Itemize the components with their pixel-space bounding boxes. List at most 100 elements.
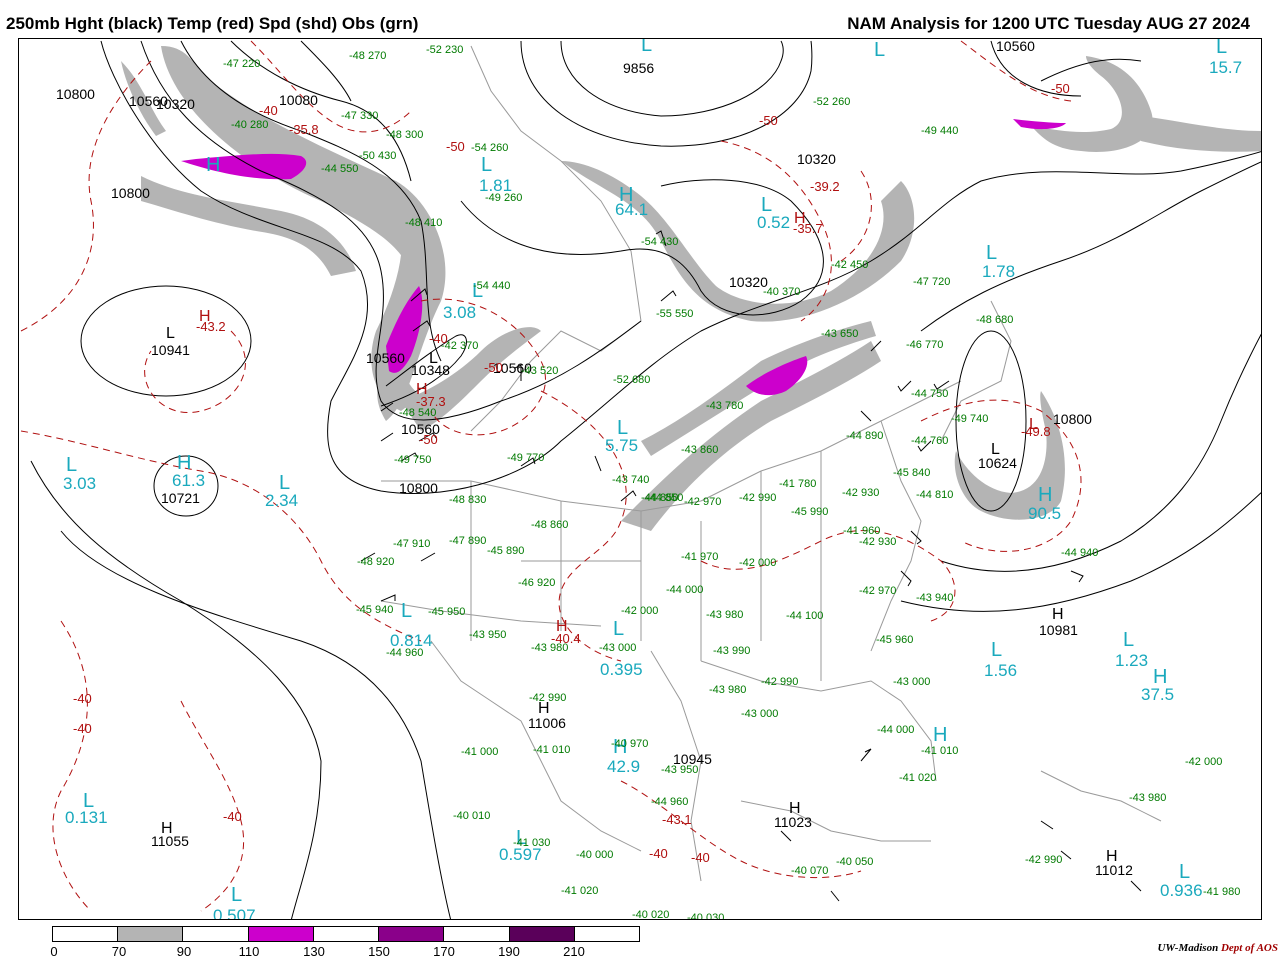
wind-speed-shading [121, 46, 1261, 531]
legend-tick-label: 70 [111, 944, 127, 959]
legend-tick-label: 110 [238, 944, 260, 959]
credit-org: UW-Madison [1157, 942, 1219, 954]
legend-swatch [53, 927, 119, 941]
temp-label: -39.2 [810, 179, 840, 194]
legend-swatch [444, 927, 510, 941]
low-center-marker: L [1123, 629, 1134, 651]
legend-swatch [379, 927, 445, 941]
low-center-marker: L [66, 454, 77, 476]
obs-label: -43 990 [713, 645, 750, 657]
center-value: 61.3 [172, 471, 205, 490]
obs-label: -48 860 [531, 519, 568, 531]
high-center-marker: H [161, 820, 173, 837]
obs-label: -52 260 [813, 96, 850, 108]
obs-label: -45 960 [876, 634, 913, 646]
obs-label: -48 270 [349, 50, 386, 62]
temp-label: -40 [259, 103, 278, 118]
obs-label: -49 750 [394, 454, 431, 466]
legend-swatch [313, 927, 380, 941]
high-center-marker: H [199, 308, 211, 325]
obs-label: -43 940 [916, 592, 953, 604]
low-center-marker: L [166, 325, 175, 342]
obs-label: -40 370 [763, 286, 800, 298]
low-center-marker: L [874, 39, 885, 61]
obs-label: -48 410 [405, 217, 442, 229]
height-label: 10721 [161, 490, 200, 506]
obs-label: -44 760 [911, 435, 948, 447]
obs-label: -42 000 [621, 605, 658, 617]
obs-label: -48 920 [357, 556, 394, 568]
obs-label: -43 860 [681, 444, 718, 456]
height-label: 10800 [56, 86, 95, 102]
low-center-marker: L [1029, 416, 1038, 433]
center-value: 5.75 [605, 436, 638, 455]
obs-label: -40 970 [611, 738, 648, 750]
obs-label: -42 970 [684, 496, 721, 508]
temp-label: -40 [691, 850, 710, 865]
legend-tick-label: 130 [303, 944, 325, 959]
center-value: 3.03 [63, 474, 96, 493]
center-value: 1.56 [984, 661, 1017, 680]
obs-label: -41 020 [899, 772, 936, 784]
obs-label: -42 990 [761, 676, 798, 688]
height-label: 9856 [623, 60, 654, 76]
low-center-marker: L [481, 154, 492, 176]
low-center-marker: L [613, 618, 624, 640]
legend-tick-label: 210 [563, 944, 585, 959]
obs-label: -44 940 [1061, 547, 1098, 559]
weather-map[interactable]: 10800 10560 10320 10080 10800 9856 10320… [18, 38, 1262, 920]
legend-tick-label: 190 [498, 944, 520, 959]
center-value: 42.9 [607, 757, 640, 776]
low-center-marker: L [986, 242, 997, 264]
center-value: 90.5 [1028, 504, 1061, 523]
credit-dept: Dept of AOS [1220, 942, 1278, 954]
legend-swatch [118, 927, 184, 941]
height-label: 10320 [156, 96, 195, 112]
obs-label: -41 020 [561, 885, 598, 897]
obs-label: -49 260 [485, 192, 522, 204]
obs-label: -54 430 [641, 236, 678, 248]
obs-label: -43 740 [612, 474, 649, 486]
obs-label: -40 280 [231, 119, 268, 131]
height-label: 10560 [366, 350, 405, 366]
obs-label: -40 000 [576, 849, 613, 861]
center-value: 0.52 [757, 213, 790, 232]
center-values: 0.52 1.81 3.03 3.08 5.75 1.78 0.395 42.9… [63, 58, 1242, 919]
obs-label: -42 930 [859, 536, 896, 548]
center-value: 0.131 [65, 808, 108, 827]
obs-label: -48 830 [449, 494, 486, 506]
center-value: 0.936 [1160, 881, 1203, 900]
temp-label: -35.8 [289, 122, 319, 137]
height-label: 10800 [399, 480, 438, 496]
obs-label: -44 000 [877, 724, 914, 736]
temp-label: -40 [649, 846, 668, 861]
map-canvas: 10800 10560 10320 10080 10800 9856 10320… [20, 39, 1261, 919]
obs-label: -41 970 [681, 551, 718, 563]
analysis-timestamp: NAM Analysis for 1200 UTC Tuesday AUG 27… [847, 14, 1250, 33]
temp-label: -50 [446, 139, 465, 154]
temp-label: -43.1 [662, 812, 692, 827]
low-center-marker: L [1179, 861, 1190, 883]
obs-label: -44 960 [651, 796, 688, 808]
obs-label: -48 300 [386, 129, 423, 141]
obs-label: -49 440 [921, 125, 958, 137]
height-label: 10560 [996, 39, 1035, 54]
obs-label: -41 000 [461, 746, 498, 758]
low-center-marker: L [991, 639, 1002, 661]
obs-label: -49 770 [507, 452, 544, 464]
obs-label: -41 030 [513, 837, 550, 849]
obs-label: -43 780 [706, 400, 743, 412]
low-center-marker: L [641, 39, 652, 56]
temp-label: -50 [419, 432, 438, 447]
obs-label: -52 680 [613, 374, 650, 386]
high-center-marker: H [206, 154, 220, 176]
obs-label: -43 980 [1129, 792, 1166, 804]
legend-swatch [183, 927, 249, 941]
high-center-marker: H [416, 381, 428, 398]
map-title: 250mb Hght (black) Temp (red) Spd (shd) … [6, 14, 419, 33]
low-center-marker: L [429, 350, 438, 367]
obs-label: -44 810 [916, 489, 953, 501]
obs-label: -45 990 [791, 506, 828, 518]
obs-label: -43 950 [661, 764, 698, 776]
obs-label: -45 940 [356, 604, 393, 616]
